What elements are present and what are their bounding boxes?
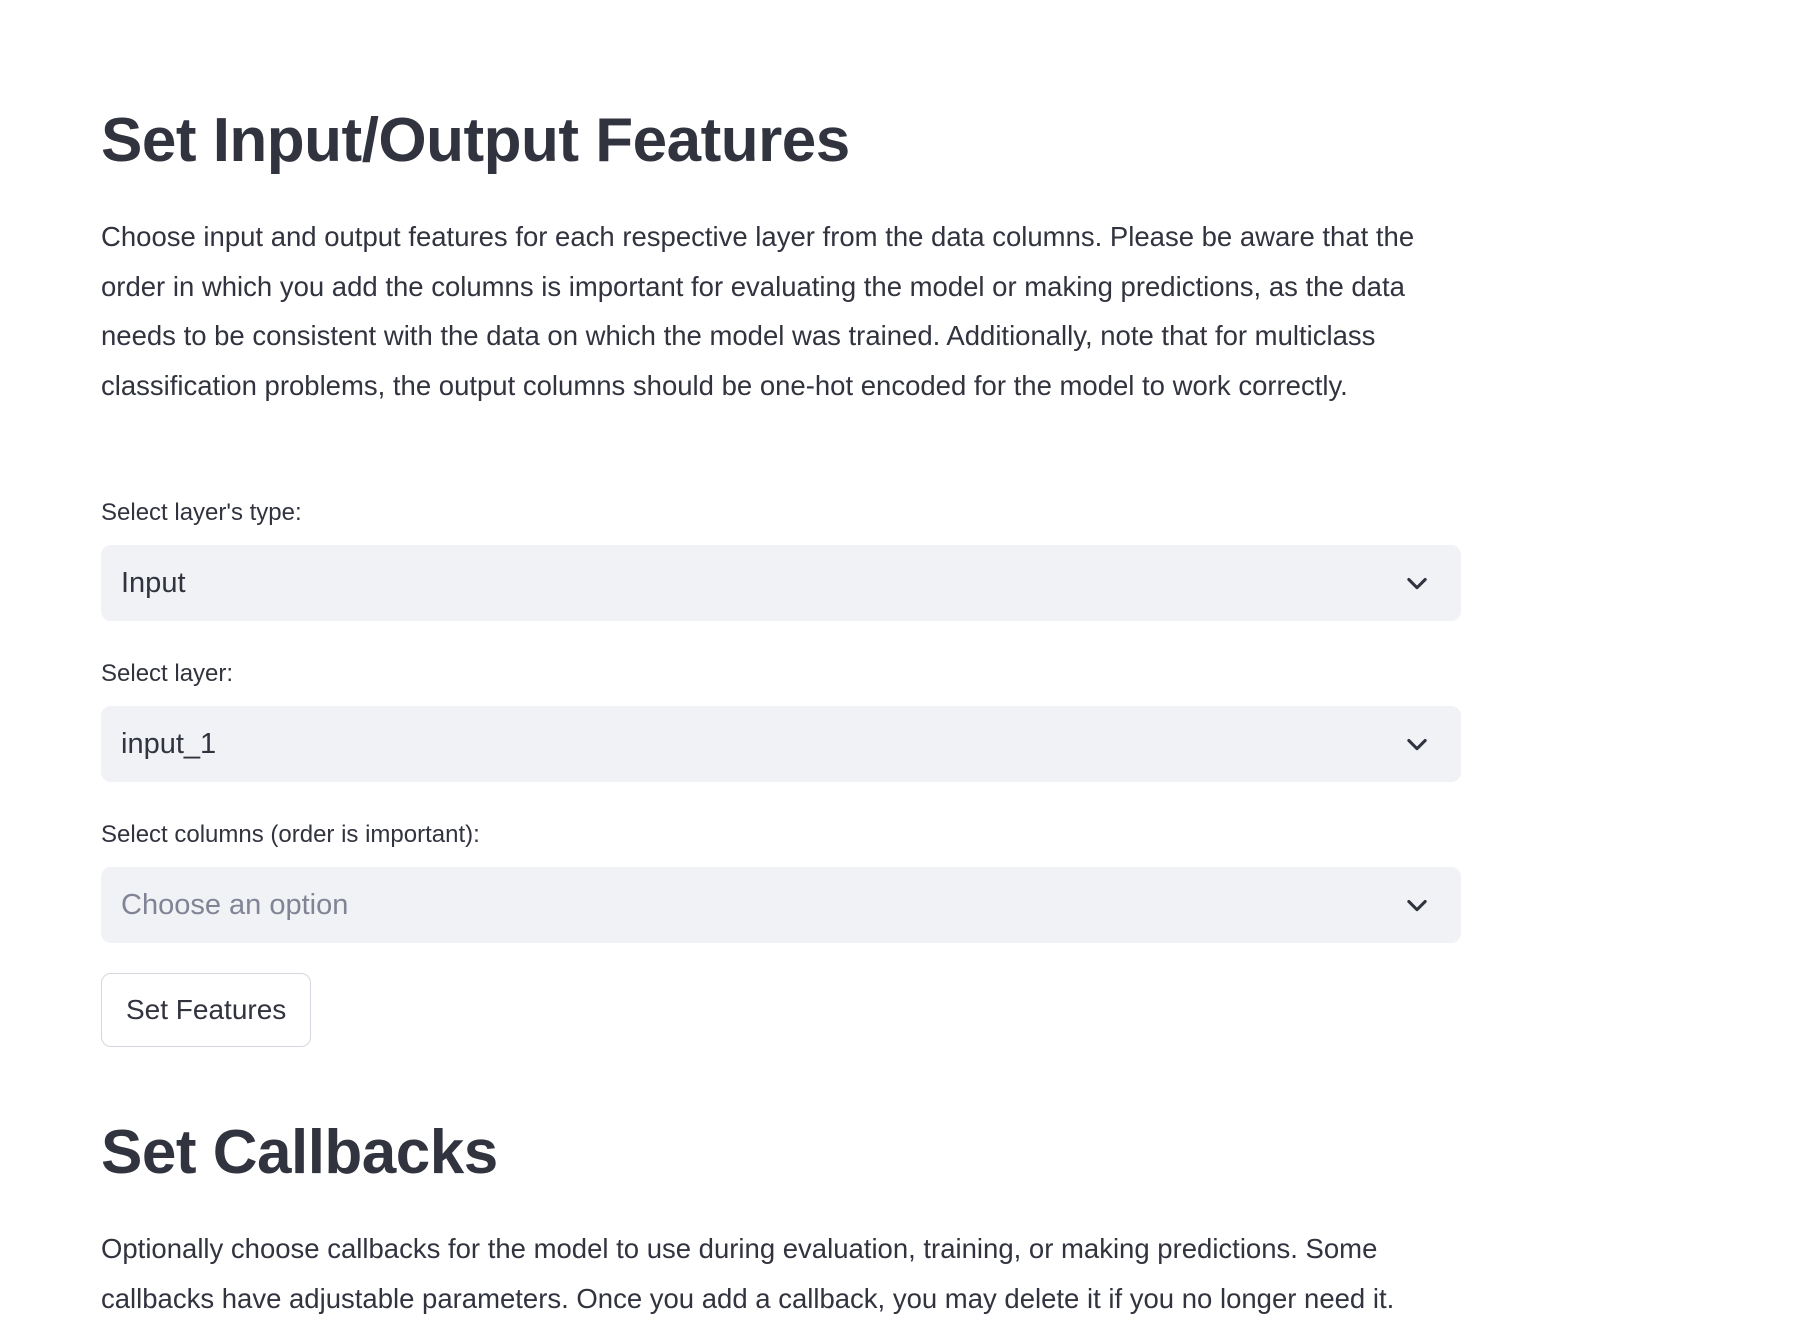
columns-multiselect[interactable]: Choose an option (101, 867, 1461, 943)
chevron-down-icon (1407, 899, 1427, 912)
columns-label: Select columns (order is important): (101, 821, 480, 848)
columns-placeholder: Choose an option (121, 889, 349, 921)
callbacks-description: Optionally choose callbacks for the mode… (101, 1233, 1395, 1314)
layer-label: Select layer: (101, 660, 234, 687)
layer-type-select[interactable]: Input (101, 545, 1461, 621)
chevron-down-icon (1407, 738, 1427, 751)
features-description: Choose input and output features for eac… (101, 221, 1415, 401)
chevron-down-icon (1407, 577, 1427, 590)
layer-select[interactable]: input_1 (101, 706, 1461, 782)
page-title-callbacks: Set Callbacks (101, 1118, 498, 1187)
page-title-features: Set Input/Output Features (101, 106, 850, 175)
layer-type-value: Input (121, 567, 186, 599)
layer-type-label: Select layer's type: (101, 499, 302, 526)
layer-value: input_1 (121, 728, 217, 760)
set-features-button[interactable]: Set Features (101, 973, 312, 1047)
